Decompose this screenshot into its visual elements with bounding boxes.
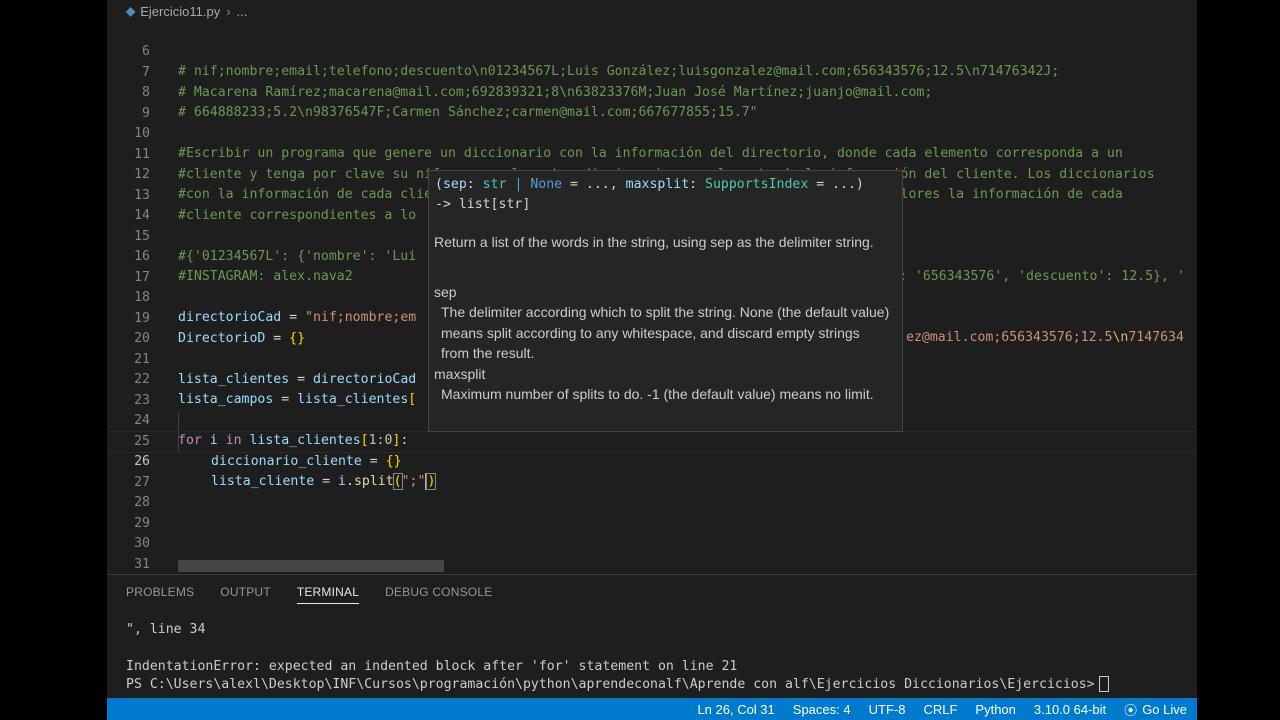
sig-token: = ...) — [808, 177, 864, 192]
code-line: 9 — [107, 84, 1197, 121]
param-label-sep: sep — [434, 284, 457, 300]
sig-token: str — [482, 177, 507, 192]
terminal-cursor — [1098, 676, 1109, 692]
status-cursor-position[interactable]: Ln 26, Col 31 — [697, 702, 774, 717]
doc-description: Return a list of the words in the string… — [434, 234, 874, 250]
breadcrumb-more[interactable]: ... — [237, 4, 248, 19]
code-line: 7 # Macarena Ramírez;macarena@mail.com;6… — [107, 43, 1197, 100]
signature: (sep: str | None = ..., maxsplit: Suppor… — [435, 175, 895, 215]
sig-token: : — [689, 177, 706, 192]
status-encoding[interactable]: UTF-8 — [869, 702, 906, 717]
code-line: 6 # nif;nombre;email;telefono;descuento\… — [107, 22, 1197, 79]
vscode-window: ◆ Ejercicio11.py › ... 6 # nif;nombre;em… — [107, 0, 1197, 720]
bottom-panel: PROBLEMS OUTPUT TERMINAL DEBUG CONSOLE "… — [107, 574, 1197, 698]
terminal-line: IndentationError: expected an indented b… — [126, 659, 738, 674]
sig-token: ( — [435, 177, 443, 192]
status-eol[interactable]: CRLF — [923, 702, 957, 717]
code-line: 28 — [107, 473, 1197, 510]
terminal-prompt[interactable]: PS C:\Users\alexl\Desktop\INF\Cursos\pro… — [126, 676, 1109, 694]
breadcrumb: ◆ Ejercicio11.py › ... — [107, 0, 1197, 22]
hover-tooltip: (sep: str | None = ..., maxsplit: Suppor… — [428, 170, 903, 432]
sig-token: sep — [442, 177, 467, 192]
code-line: 30 — [107, 514, 1197, 551]
code-line: 10 #Escribir un programa que genere un d… — [107, 104, 1197, 161]
status-bar: Ln 26, Col 31 Spaces: 4 UTF-8 CRLF Pytho… — [107, 698, 1197, 720]
tab-debug-console[interactable]: DEBUG CONSOLE — [385, 585, 492, 604]
param-desc-maxsplit: Maximum number of splits to do. -1 (the … — [441, 386, 874, 402]
status-indentation[interactable]: Spaces: 4 — [793, 702, 851, 717]
code-editor[interactable]: 6 # nif;nombre;email;telefono;descuento\… — [107, 22, 1197, 574]
go-live-label: Go Live — [1142, 701, 1187, 717]
terminal-prompt-text: PS C:\Users\alexl\Desktop\INF\Cursos\pro… — [126, 677, 1095, 692]
horizontal-scrollbar[interactable] — [178, 560, 444, 572]
sig-token: maxsplit — [625, 177, 690, 192]
sig-token: = ..., — [562, 177, 626, 192]
tab-problems[interactable]: PROBLEMS — [126, 585, 194, 604]
status-language[interactable]: Python — [975, 702, 1015, 717]
sig-token: SupportsIndex — [705, 177, 809, 192]
code-line: 11 #cliente y tenga por clave su nif y p… — [107, 125, 1197, 182]
python-file-icon: ◆ — [126, 4, 136, 18]
chevron-right-icon: › — [226, 3, 231, 19]
param-label-maxsplit: maxsplit — [434, 366, 486, 382]
code-line: 27 — [107, 453, 1197, 490]
panel-tabs: PROBLEMS OUTPUT TERMINAL DEBUG CONSOLE — [126, 585, 518, 604]
breadcrumb-file[interactable]: Ejercicio11.py — [140, 4, 220, 19]
code-line: 12 #con la información de cada cliente t… — [107, 145, 1197, 202]
sig-return: -> list[str] — [435, 197, 531, 212]
sig-token: : — [466, 177, 483, 192]
sig-token: | — [506, 177, 531, 192]
code-line-current: 26 lista_cliente = i.split(";") — [107, 431, 1197, 490]
code-line: 31 — [107, 535, 1197, 572]
code-line: 29 — [107, 494, 1197, 531]
tab-terminal[interactable]: TERMINAL — [296, 585, 360, 604]
tab-output[interactable]: OUTPUT — [220, 585, 271, 604]
broadcast-icon: ⦿ — [1124, 702, 1138, 718]
terminal-line: ", line 34 — [126, 622, 206, 637]
status-interpreter[interactable]: 3.10.0 64-bit — [1034, 702, 1106, 717]
go-live-button[interactable]: ⦿ Go Live — [1124, 700, 1187, 719]
code-line: 8 # 664888233;5.2\n98376547F;Carmen Sánc… — [107, 63, 1197, 120]
param-desc-sep: The delimiter according which to split t… — [441, 304, 890, 361]
sig-token: None — [530, 177, 563, 192]
